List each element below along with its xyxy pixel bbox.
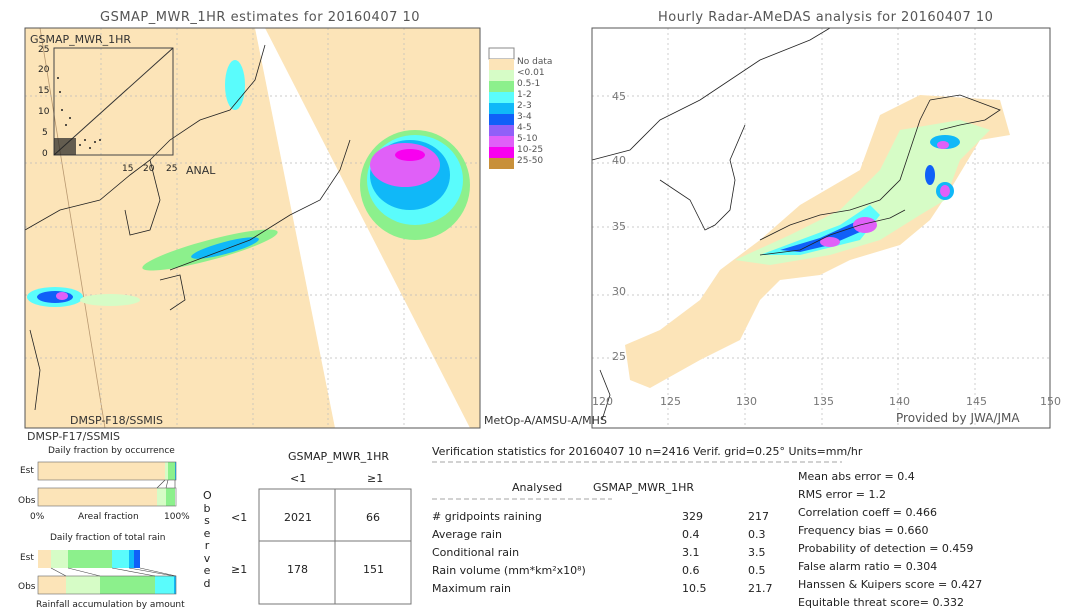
score: RMS error = 1.2 [798,488,886,501]
legend-swatch [489,114,514,125]
sensor-label: DMSP-F17/SSMIS [27,430,121,443]
legend-swatch [489,103,514,114]
stats-header: Verification statistics for 20160407 10 … [432,445,863,458]
legend-swatch [489,147,514,158]
score: Frequency bias = 0.660 [798,524,929,537]
lon-tick: 125 [660,395,681,408]
stats-gsmap-value: 21.7 [748,582,773,595]
color-legend [488,47,515,169]
stats-analysed-value: 0.4 [682,528,700,541]
score: Hanssen & Kuipers score = 0.427 [798,578,983,591]
x-max-label: 100% [164,512,190,522]
inset-ytick: 5 [42,128,48,138]
legend-swatch [489,92,514,103]
inset-ytick: 10 [38,107,50,117]
contingency-table [258,488,412,605]
legend-swatch [489,158,514,169]
stats-row-label: Rain volume (mm*km²x10⁸) [432,564,586,577]
obs-label: Obs [18,582,36,592]
col-analysed: Analysed [512,481,563,494]
stats-row-label: Conditional rain [432,546,520,559]
total-rain-bars [37,550,177,595]
lat-tick: 40 [612,154,626,167]
legend-label: 25-50 [517,156,544,166]
occurrence-title: Daily fraction by occurrence [48,446,175,456]
score: Correlation coeff = 0.466 [798,506,937,519]
inset-ytick: 25 [38,45,50,55]
legend-label: 5-10 [517,134,538,144]
occurrence-bars [37,461,177,507]
inset-ytick: 15 [38,86,50,96]
lat-tick: 30 [612,285,626,298]
credit: Provided by JWA/JMA [896,411,1020,425]
lon-tick: 130 [736,395,757,408]
x-axis-label: Areal fraction [78,512,139,522]
legend-swatch [489,125,514,136]
total-rain-title: Daily fraction of total rain [50,533,166,543]
lat-tick: 35 [612,220,626,233]
stats-gsmap-value: 0.5 [748,564,766,577]
inset-ytick: 20 [38,65,50,75]
lon-tick: 120 [592,395,613,408]
stats-analysed-value: 10.5 [682,582,707,595]
score: Mean abs error = 0.4 [798,470,915,483]
observed-label: Observed [203,489,212,590]
legend-label: 0.5-1 [517,79,541,89]
stats-analysed-value: 3.1 [682,546,700,559]
cell: 151 [363,563,384,576]
est-label: Est [20,466,34,476]
cell: 2021 [284,511,312,524]
legend-swatch [489,70,514,81]
est-label: Est [20,553,34,563]
cell: 178 [287,563,308,576]
inset-xtick: 20 [143,164,155,174]
legend-label: 3-4 [517,112,532,122]
obs-label: Obs [18,496,36,506]
stats-gsmap-value: 217 [748,510,769,523]
legend-label: <0.01 [517,68,545,78]
col-label: ≥1 [367,472,384,485]
lat-tick: 25 [612,350,626,363]
score: Equitable threat score= 0.332 [798,596,964,609]
legend-swatch [489,81,514,92]
stats-analysed-value: 0.6 [682,564,700,577]
x-min-label: 0% [30,512,45,522]
lon-tick: 145 [966,395,987,408]
col-label: <1 [290,472,307,485]
right-map [591,27,1051,429]
score: Probability of detection = 0.459 [798,542,974,555]
sensor-label: MetOp-A/AMSU-A/MHS [484,414,607,427]
legend-swatch [488,47,515,60]
row-label: <1 [231,511,248,524]
inset-xlabel: ANAL [186,164,216,177]
inset-xtick: 25 [166,164,178,174]
score: False alarm ratio = 0.304 [798,560,938,573]
legend-label: 2-3 [517,101,532,111]
stats-row-label: Maximum rain [432,582,511,595]
stats-row-label: Average rain [432,528,502,541]
lon-tick: 140 [889,395,910,408]
sensor-label: DMSP-F18/SSMIS [70,414,164,427]
stats-gsmap-value: 0.3 [748,528,766,541]
stats-analysed-value: 329 [682,510,703,523]
legend-label: 1-2 [517,90,532,100]
left-map [24,27,481,429]
legend-label: 10-25 [517,145,544,155]
lon-tick: 150 [1040,395,1061,408]
stats-row-label: # gridpoints raining [432,510,542,523]
inset-ytick: 0 [42,149,48,159]
lon-tick: 135 [813,395,834,408]
legend-swatch [489,136,514,147]
cell: 66 [366,511,380,524]
total-rain-footer: Rainfall accumulation by amount [36,600,185,610]
inset-xtick: 15 [122,164,134,174]
legend-swatch [489,59,514,70]
legend-label: No data [517,57,553,67]
lat-tick: 45 [612,90,626,103]
stats-gsmap-value: 3.5 [748,546,766,559]
col-gsmap: GSMAP_MWR_1HR [593,481,695,494]
contingency-title: GSMAP_MWR_1HR [288,450,390,463]
legend-label: 4-5 [517,123,532,133]
row-label: ≥1 [231,563,248,576]
